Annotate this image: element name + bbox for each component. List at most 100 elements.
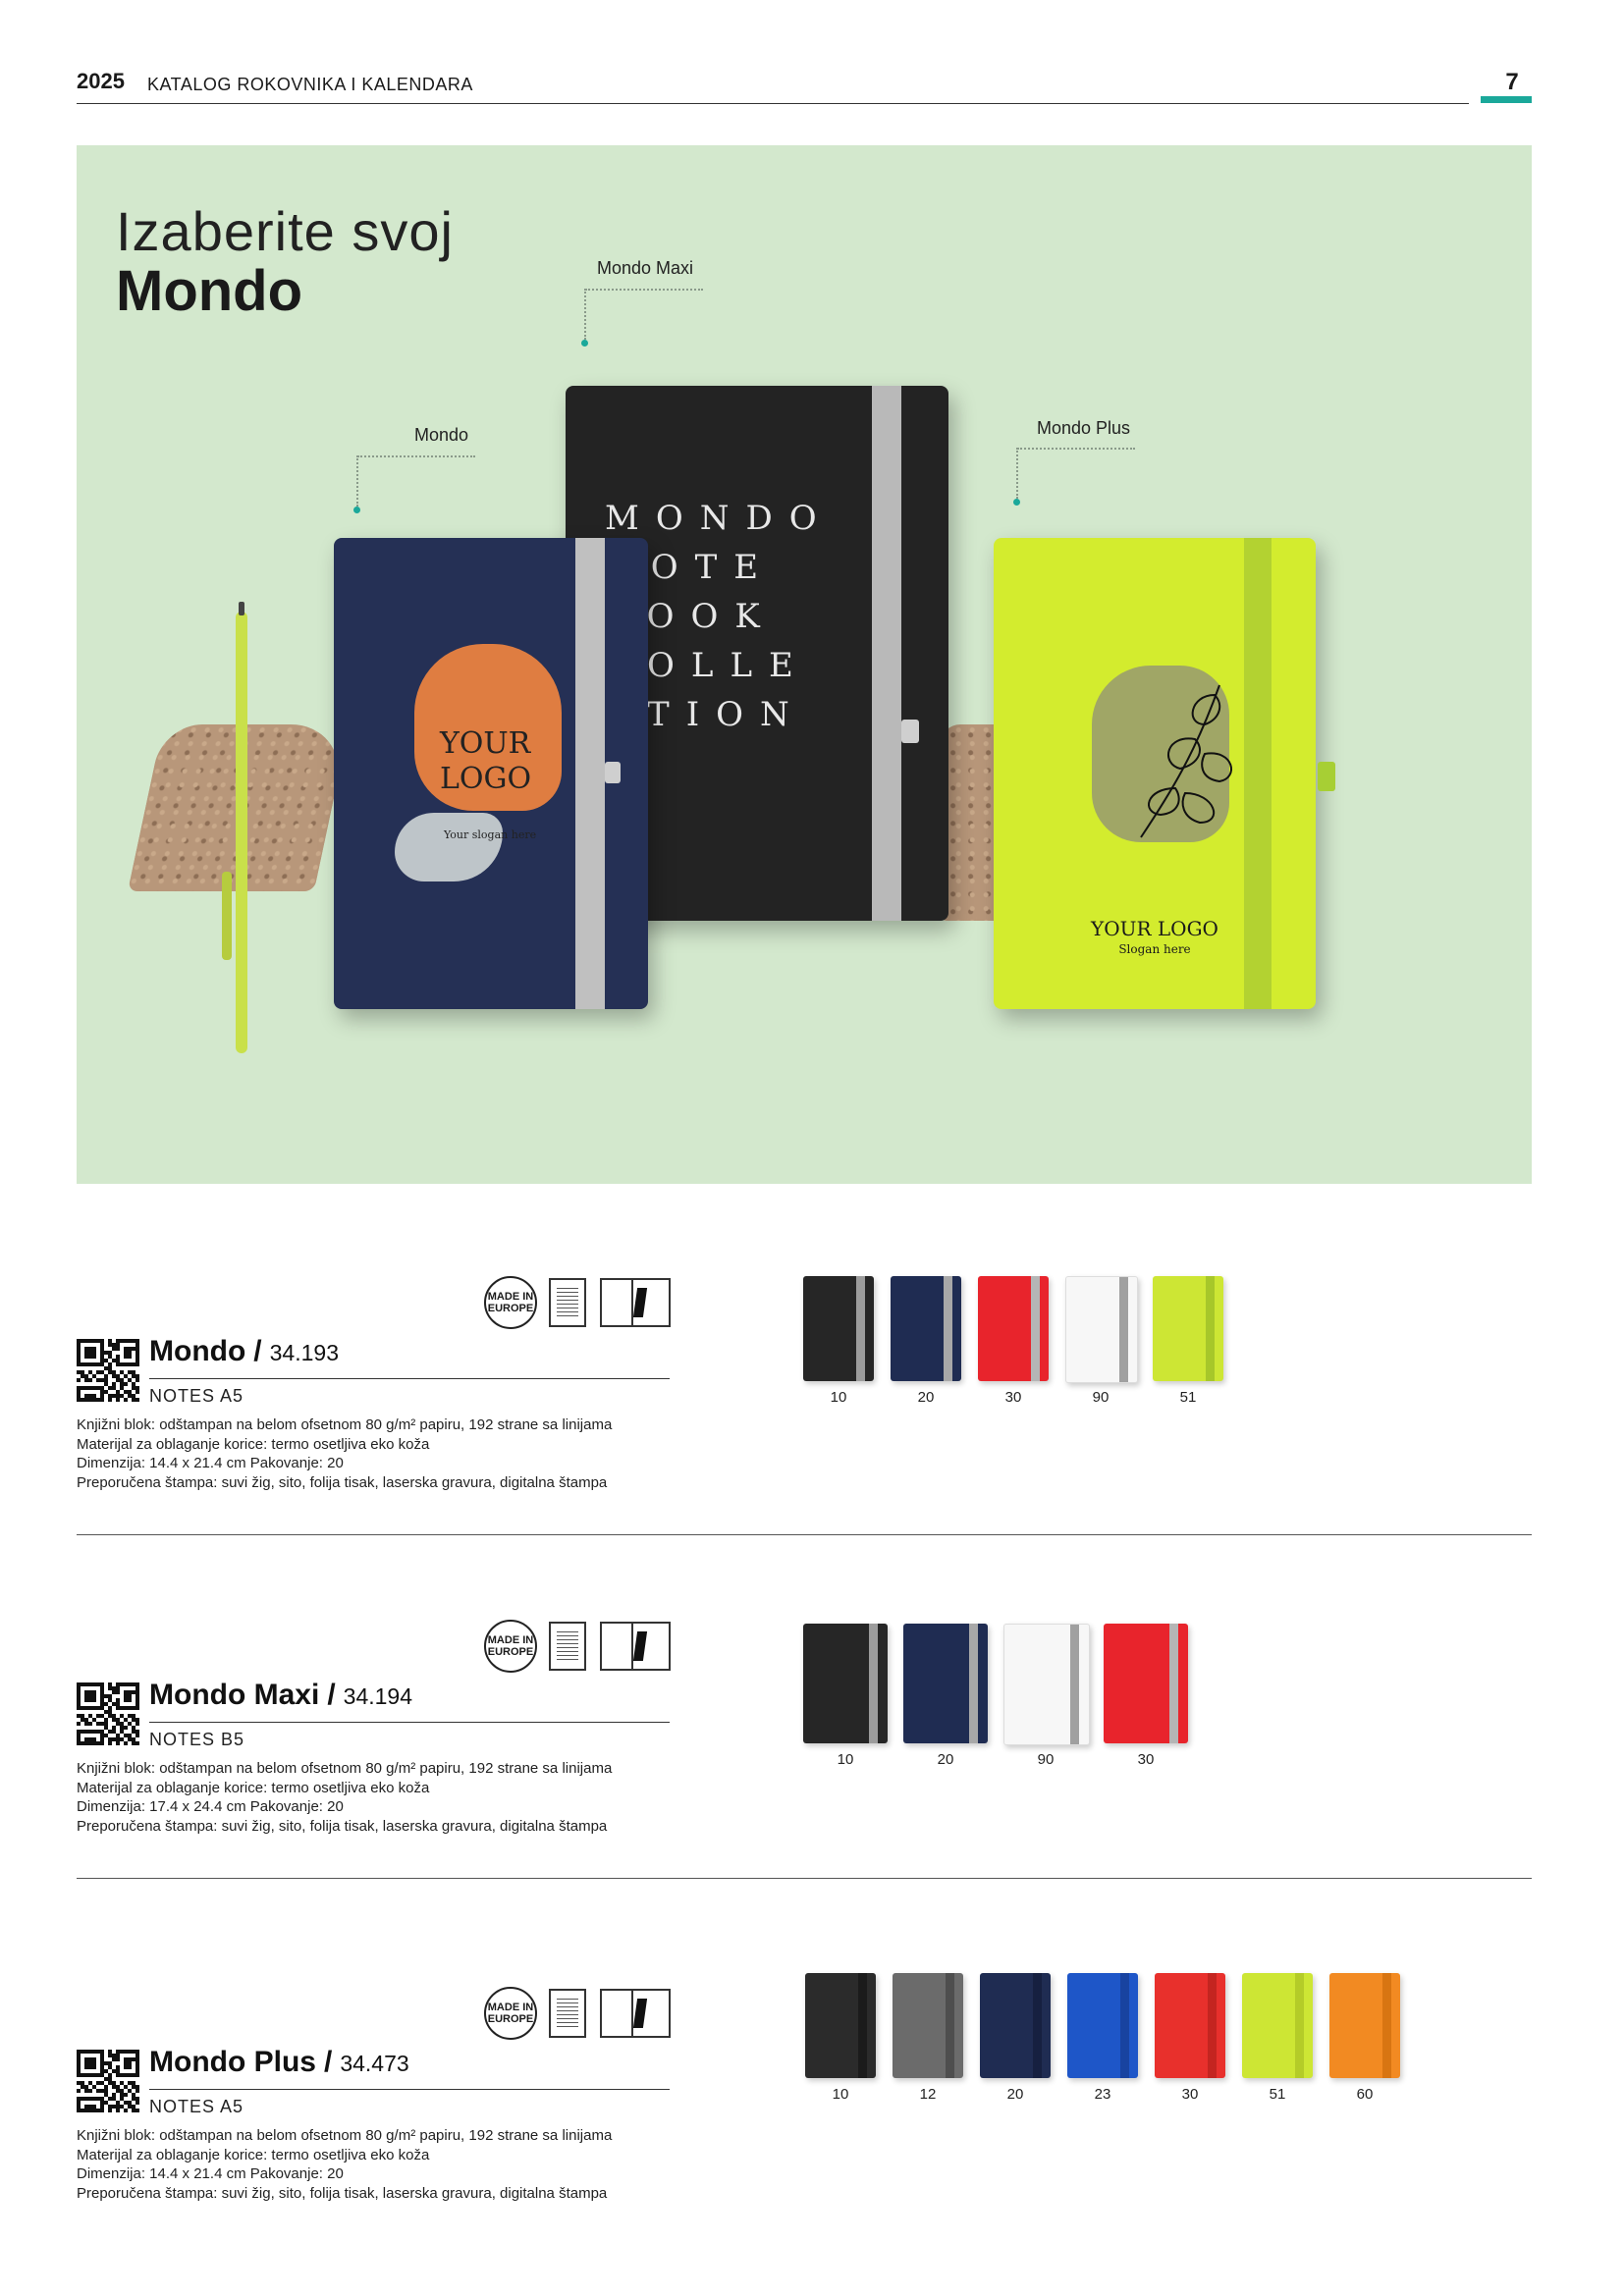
pen-loop-icon-spine xyxy=(631,1280,633,1325)
color-code-label: 10 xyxy=(830,1389,847,1406)
product-title-underline xyxy=(149,2089,670,2090)
maxi-text-line: MONDO xyxy=(605,499,834,538)
pen-loop-icon-pen xyxy=(632,1999,648,2028)
callout-dots xyxy=(357,455,475,457)
section-divider xyxy=(77,1534,1532,1535)
color-code-label: 10 xyxy=(837,1751,854,1768)
color-swatch xyxy=(893,1973,963,2078)
lined-paper-icon xyxy=(549,1989,586,2038)
badge-line1: MADE IN xyxy=(487,1291,534,1303)
color-swatch xyxy=(980,1973,1051,2078)
color-code-label: 30 xyxy=(1181,2086,1199,2103)
description-line: Knjižni blok: odštampan na belom ofsetno… xyxy=(77,1416,613,1433)
pen-clip xyxy=(222,872,232,960)
color-code-label: 12 xyxy=(919,2086,937,2103)
product-title-underline xyxy=(149,1722,670,1723)
color-swatch xyxy=(1065,1276,1138,1383)
description-line: Dimenzija: 14.4 x 21.4 cm Pakovanje: 20 xyxy=(77,2165,344,2182)
badge-line2: EUROPE xyxy=(487,1303,534,1314)
product-title: Mondo Maxi/ 34.194 xyxy=(149,1679,412,1712)
made-in-europe-badge: MADE IN EUROPE xyxy=(484,1987,537,2040)
plus-logo: YOUR LOGO xyxy=(1091,917,1218,940)
pen-loop-icon-pen xyxy=(632,1288,648,1317)
callout-mondo-maxi: Mondo Maxi xyxy=(597,258,694,278)
product-title: Mondo/ 34.193 xyxy=(149,1335,339,1368)
description-line: Materijal za oblaganje korice: termo ose… xyxy=(77,2146,430,2163)
color-code-label: 10 xyxy=(832,2086,849,2103)
description-line: Knjižni blok: odštampan na belom ofsetno… xyxy=(77,1760,613,1777)
qr-code xyxy=(77,1339,139,1402)
maxi-text-line: CTION xyxy=(605,695,806,734)
description-line: Materijal za oblaganje korice: termo ose… xyxy=(77,1779,430,1796)
product-name: Mondo xyxy=(149,1335,246,1367)
swatch-elastic-band xyxy=(944,1276,952,1381)
pen-loop-icon-spine xyxy=(631,1991,633,2036)
color-swatch xyxy=(978,1276,1049,1381)
swatch-elastic-band xyxy=(1295,1973,1304,2078)
color-swatch xyxy=(803,1624,888,1743)
pen-tip xyxy=(239,602,244,615)
description-line: Preporučena štampa: suvi žig, sito, foli… xyxy=(77,1473,608,1491)
product-format: NOTES A5 xyxy=(149,1386,244,1406)
swatch-elastic-band xyxy=(946,1973,954,2078)
pen-loop-icon-spine xyxy=(631,1624,633,1669)
callout-mondo: Mondo xyxy=(414,425,469,445)
callout-mondo-plus: Mondo Plus xyxy=(1037,418,1131,438)
product-name: Mondo Maxi xyxy=(149,1679,320,1711)
lined-paper-icon-lines xyxy=(557,1631,578,1661)
color-code-label: 20 xyxy=(917,1389,935,1406)
swatch-elastic-band xyxy=(1031,1276,1040,1381)
swatch-elastic-band xyxy=(969,1624,978,1743)
pen-loop-icon-pen xyxy=(632,1631,648,1661)
mondo-slogan: Your slogan here xyxy=(444,828,537,841)
mondo-logo: YOUR LOGO xyxy=(440,726,531,797)
color-code-label: 90 xyxy=(1037,1751,1055,1768)
color-code-label: 90 xyxy=(1092,1389,1110,1406)
product-description: Knjižni blok: odštampan na belom ofsetno… xyxy=(77,1415,685,1492)
catalog-title: KATALOG ROKOVNIKA I KALENDARA xyxy=(147,75,473,94)
hero-title-line2: Mondo xyxy=(116,259,303,323)
callout-pin xyxy=(1013,499,1020,506)
color-swatch xyxy=(1155,1973,1225,2078)
pen-loop-icon xyxy=(600,1278,671,1327)
swatch-elastic-band xyxy=(1169,1624,1178,1743)
catalog-year: 2025 xyxy=(77,69,125,93)
color-swatch xyxy=(1242,1973,1313,2078)
product-description: Knjižni blok: odštampan na belom ofsetno… xyxy=(77,2126,685,2203)
callout-dots xyxy=(356,455,358,507)
description-line: Materijal za oblaganje korice: termo ose… xyxy=(77,1435,430,1453)
swatch-elastic-band xyxy=(1033,1973,1042,2078)
mondo-notebook: YOUR LOGO Your slogan here xyxy=(334,538,648,1009)
made-in-europe-badge: MADE IN EUROPE xyxy=(484,1276,537,1329)
color-swatch xyxy=(1153,1276,1223,1381)
mondo-plus-notebook: YOUR LOGO Slogan here xyxy=(994,538,1335,1009)
badge-line1: MADE IN xyxy=(487,1634,534,1646)
pen-loop xyxy=(1318,762,1335,791)
hero-title-line1: Izaberite svoj xyxy=(116,200,454,262)
lined-paper-icon xyxy=(549,1622,586,1671)
pen-loop-icon xyxy=(600,1622,671,1671)
color-code-label: 30 xyxy=(1137,1751,1155,1768)
color-code-label: 23 xyxy=(1094,2086,1111,2103)
badge-line2: EUROPE xyxy=(487,2013,534,2025)
callout-dots xyxy=(1017,448,1135,450)
section-divider xyxy=(77,1878,1532,1879)
mondo-logo-line2: LOGO xyxy=(440,762,532,796)
badge-line1: MADE IN xyxy=(487,2002,534,2013)
pen-loop xyxy=(605,762,621,783)
color-swatch xyxy=(1003,1624,1090,1745)
product-format: NOTES B5 xyxy=(149,1730,245,1749)
made-in-europe-badge: MADE IN EUROPE xyxy=(484,1620,537,1673)
color-code-label: 20 xyxy=(937,1751,954,1768)
maxi-text-line: NOTE xyxy=(605,548,776,587)
description-line: Preporučena štampa: suvi žig, sito, foli… xyxy=(77,1817,608,1835)
maxi-text-line: COLLE xyxy=(605,646,810,685)
page-number-accent xyxy=(1481,96,1532,103)
swatch-elastic-band xyxy=(1382,1973,1391,2078)
pen-loop-icon xyxy=(600,1989,671,2038)
color-swatch xyxy=(1329,1973,1400,2078)
product-title-underline xyxy=(149,1378,670,1379)
product-title: Mondo Plus/ 34.473 xyxy=(149,2046,409,2079)
color-swatch xyxy=(891,1276,961,1381)
swatch-elastic-band xyxy=(856,1276,865,1381)
